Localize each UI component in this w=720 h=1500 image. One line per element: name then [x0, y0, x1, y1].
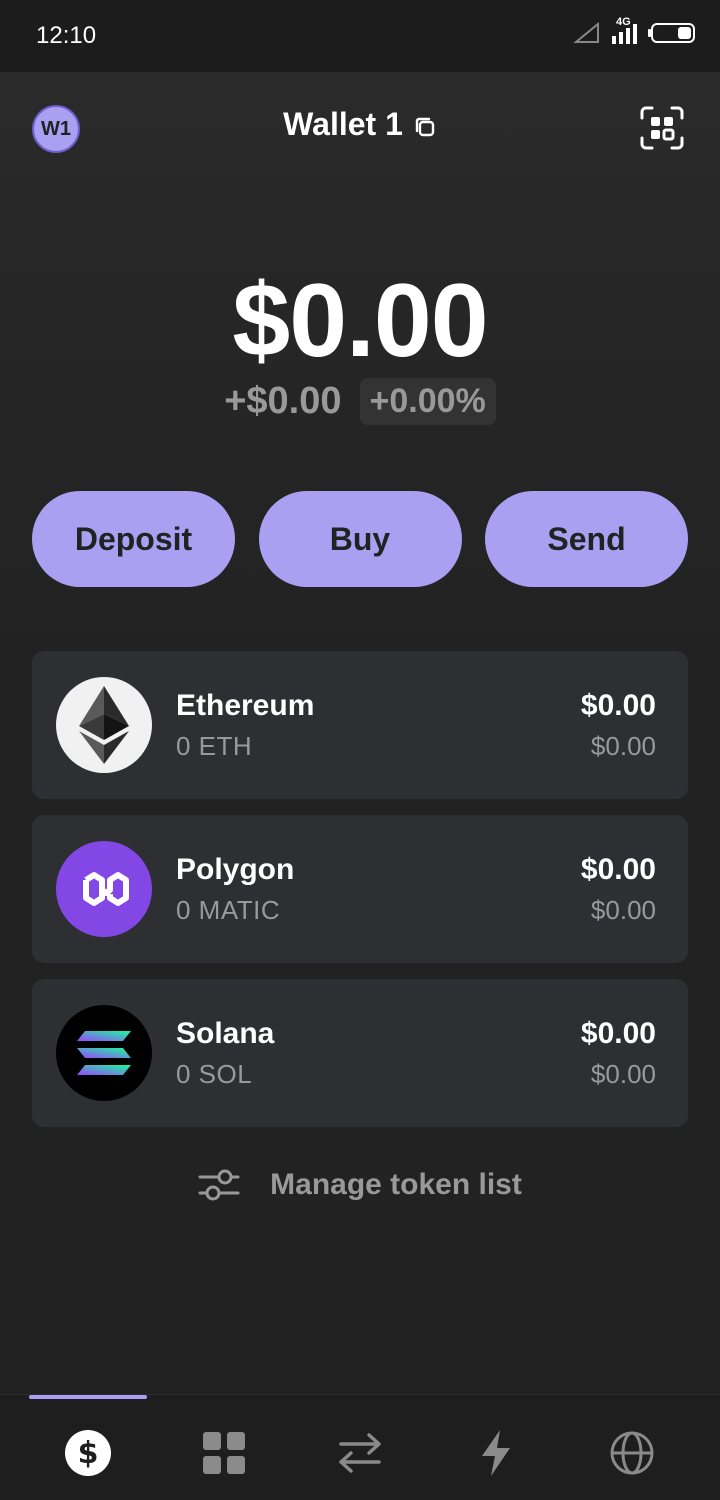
- ethereum-icon: [56, 677, 152, 773]
- balance-change: +$0.00 +0.00%: [0, 378, 720, 425]
- token-value: $0.00: [580, 853, 656, 886]
- status-icons: 4G: [574, 16, 696, 46]
- bottom-nav: $: [0, 1394, 720, 1500]
- dollar-icon: $: [65, 1430, 111, 1476]
- polygon-icon: [56, 841, 152, 937]
- buy-button[interactable]: Buy: [258, 491, 462, 587]
- solana-icon: [56, 1005, 152, 1101]
- token-amount: 0 ETH: [176, 731, 253, 761]
- swap-arrows-icon: [339, 1433, 381, 1473]
- network-signal-icon: 4G: [610, 16, 638, 46]
- token-value: $0.00: [580, 689, 656, 722]
- nav-tab-collectibles[interactable]: [194, 1423, 254, 1483]
- status-time: 12:10: [36, 22, 97, 49]
- wallet-header: W1 Wallet 1: [0, 72, 720, 182]
- action-buttons: Deposit Buy Send: [32, 491, 688, 587]
- sliders-icon: [198, 1169, 240, 1201]
- svg-text:$: $: [78, 1436, 99, 1471]
- balance-change-amount: +$0.00: [224, 380, 342, 422]
- copy-icon[interactable]: [413, 115, 437, 139]
- nav-tab-swap[interactable]: [330, 1423, 390, 1483]
- token-amount: 0 MATIC: [176, 895, 281, 925]
- grid-icon: [203, 1432, 245, 1474]
- signal-empty-icon: [574, 22, 599, 43]
- manage-token-list-label: Manage token list: [270, 1168, 522, 1201]
- token-sub-value: $0.00: [590, 895, 656, 925]
- wallet-name[interactable]: Wallet 1: [283, 106, 403, 143]
- send-button[interactable]: Send: [485, 491, 688, 587]
- token-value: $0.00: [580, 1017, 656, 1050]
- token-name: Solana: [176, 1017, 275, 1050]
- token-row-solana[interactable]: Solana 0 SOL $0.00 $0.00: [32, 979, 688, 1127]
- lightning-icon: [482, 1430, 510, 1476]
- globe-icon: [610, 1431, 654, 1475]
- nav-active-indicator: [29, 1395, 147, 1399]
- token-row-polygon[interactable]: Polygon 0 MATIC $0.00 $0.00: [32, 815, 688, 963]
- deposit-button[interactable]: Deposit: [32, 491, 235, 587]
- wallet-title[interactable]: Wallet 1: [0, 106, 720, 143]
- total-balance: $0.00: [232, 263, 488, 379]
- nav-tab-browser[interactable]: [602, 1423, 662, 1483]
- token-name: Ethereum: [176, 689, 315, 722]
- status-bar: 12:10 4G: [0, 0, 720, 72]
- nav-tab-activity[interactable]: [466, 1423, 526, 1483]
- token-list: Ethereum 0 ETH $0.00 $0.00 Polygon 0 MAT…: [32, 651, 688, 1143]
- qr-scan-icon[interactable]: [640, 106, 684, 150]
- token-sub-value: $0.00: [590, 731, 656, 761]
- nav-tab-wallet[interactable]: $: [58, 1423, 118, 1483]
- wallet-screen: 12:10 4G W1 Wallet 1 $0.00 +$0.00 +0.00%…: [0, 0, 720, 1500]
- battery-icon: [648, 23, 695, 43]
- balance-change-percent: +0.00%: [359, 378, 496, 425]
- token-row-ethereum[interactable]: Ethereum 0 ETH $0.00 $0.00: [32, 651, 688, 799]
- token-amount: 0 SOL: [176, 1059, 253, 1089]
- token-sub-value: $0.00: [590, 1059, 656, 1089]
- manage-token-list-button[interactable]: Manage token list: [0, 1168, 720, 1202]
- token-name: Polygon: [176, 853, 295, 886]
